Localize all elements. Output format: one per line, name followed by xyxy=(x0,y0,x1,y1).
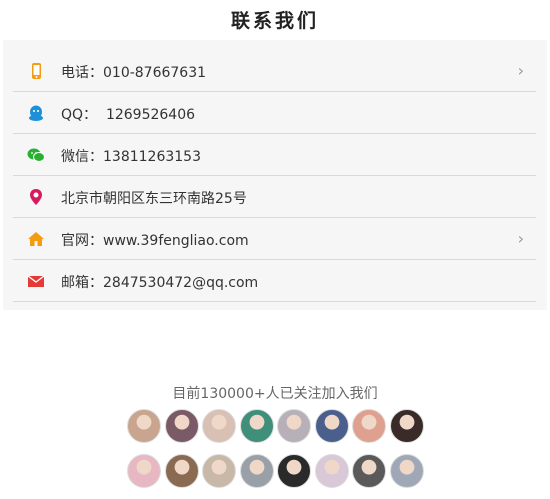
home-icon xyxy=(27,230,45,248)
avatar[interactable] xyxy=(164,409,199,443)
qq-icon xyxy=(27,104,45,122)
contact-website-text: 官网：www.39fengliao.com xyxy=(61,233,249,249)
avatar[interactable] xyxy=(127,454,161,488)
contact-email-text: 邮箱：2847530472@qq.com xyxy=(61,275,259,291)
avatar[interactable] xyxy=(239,454,274,488)
avatar[interactable] xyxy=(389,454,424,488)
avatar[interactable] xyxy=(352,454,386,488)
contact-row-email[interactable]: 邮箱：2847530472@qq.com xyxy=(13,260,536,302)
location-pin-icon xyxy=(27,188,45,206)
avatar[interactable] xyxy=(202,454,236,488)
avatar[interactable] xyxy=(277,409,311,443)
contact-list: 电话：010-87667631 › QQ： 1269526406 微信：1381… xyxy=(13,50,536,302)
avatar[interactable] xyxy=(352,409,386,443)
contact-wechat-text: 微信：13811263153 xyxy=(61,149,201,165)
avatar[interactable] xyxy=(314,454,349,488)
avatar[interactable] xyxy=(239,409,274,443)
contact-panel: 电话：010-87667631 › QQ： 1269526406 微信：1381… xyxy=(3,40,547,310)
phone-icon xyxy=(27,62,45,80)
contact-row-address[interactable]: 北京市朝阳区东三环南路25号 xyxy=(13,176,536,218)
contact-row-phone[interactable]: 电话：010-87667631 › xyxy=(13,50,536,92)
contact-row-qq[interactable]: QQ： 1269526406 xyxy=(13,92,536,134)
avatar[interactable] xyxy=(164,454,199,488)
mail-icon xyxy=(27,272,45,290)
contact-row-wechat[interactable]: 微信：13811263153 xyxy=(13,134,536,176)
wechat-icon xyxy=(27,146,45,164)
contact-row-website[interactable]: 官网：www.39fengliao.com › xyxy=(13,218,536,260)
followers-count-text: 目前130000+人已关注加入我们 xyxy=(172,386,378,402)
avatar[interactable] xyxy=(314,409,349,443)
avatar[interactable] xyxy=(277,454,311,488)
avatar[interactable] xyxy=(389,409,424,443)
avatar[interactable] xyxy=(127,409,161,443)
contact-phone-text: 电话：010-87667631 xyxy=(61,65,207,81)
avatar[interactable] xyxy=(202,409,236,443)
contact-address-text: 北京市朝阳区东三环南路25号 xyxy=(61,191,247,207)
contact-qq-text: QQ： 1269526406 xyxy=(61,107,196,123)
chevron-right-icon: › xyxy=(517,61,524,80)
page-title: 联系我们 xyxy=(230,10,319,32)
chevron-right-icon: › xyxy=(517,229,524,248)
